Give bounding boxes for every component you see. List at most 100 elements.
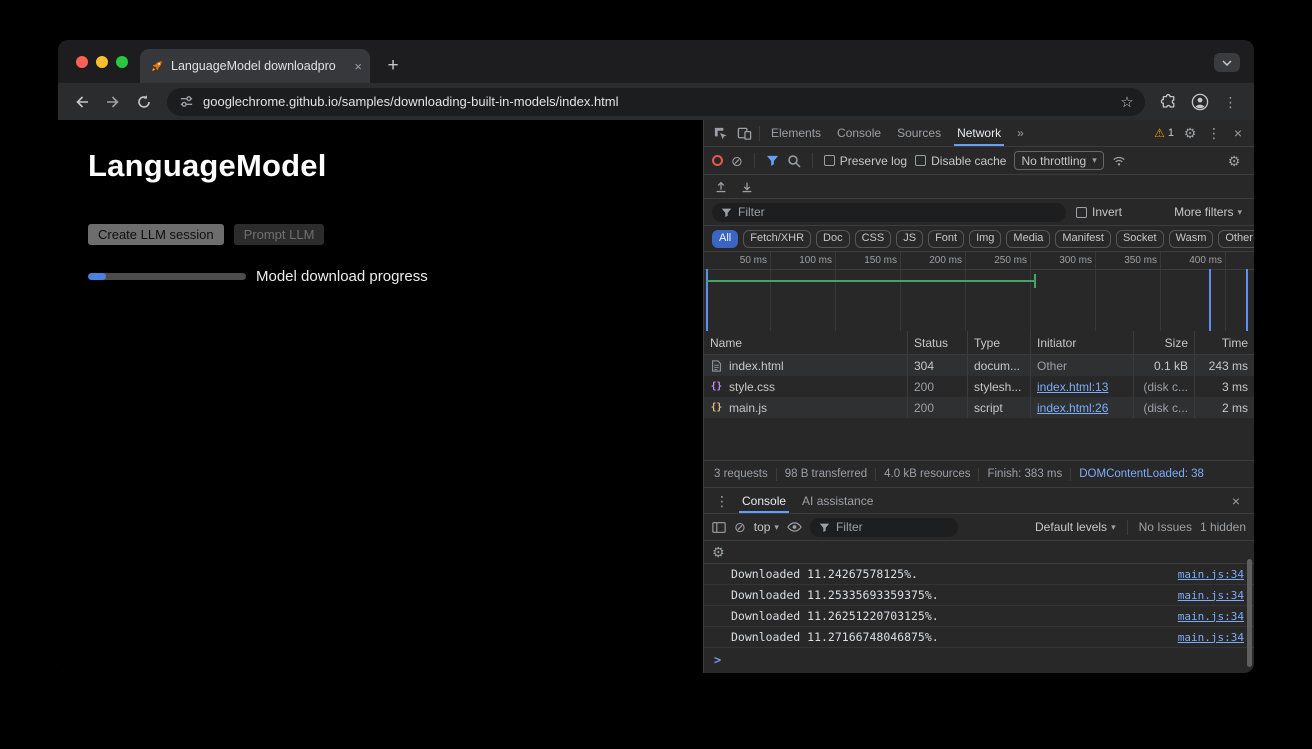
context-selector[interactable]: top ▾ [754, 520, 779, 534]
chip-font[interactable]: Font [928, 230, 964, 248]
message-source-link[interactable]: main.js:34 [1178, 589, 1244, 602]
tab-close-icon[interactable]: × [354, 60, 362, 73]
drawer-tab-console[interactable]: Console [734, 488, 794, 513]
create-llm-session-button[interactable]: Create LLM session [88, 224, 224, 245]
drawer-tab-ai-assistance[interactable]: AI assistance [794, 488, 881, 513]
filter-toggle-icon[interactable] [766, 154, 779, 167]
time-cell: 2 ms [1195, 397, 1254, 418]
col-status[interactable]: Status [908, 331, 968, 354]
site-settings-icon[interactable] [179, 94, 194, 109]
network-conditions-icon[interactable] [1112, 154, 1126, 168]
chip-js[interactable]: JS [896, 230, 923, 248]
more-tabs-icon[interactable]: » [1009, 120, 1032, 146]
network-filter-input[interactable] [738, 205, 1057, 219]
col-initiator[interactable]: Initiator [1031, 331, 1134, 354]
export-har-icon[interactable] [714, 180, 728, 194]
extensions-icon[interactable] [1155, 88, 1182, 115]
message-source-link[interactable]: main.js:34 [1178, 568, 1244, 581]
message-source-link[interactable]: main.js:34 [1178, 610, 1244, 623]
console-scrollbar-thumb[interactable] [1247, 559, 1252, 667]
record-network-log-button[interactable] [712, 155, 723, 166]
import-har-icon[interactable] [740, 180, 754, 194]
console-sidebar-icon[interactable] [712, 521, 726, 534]
forward-button[interactable] [99, 88, 126, 115]
preserve-log-checkbox[interactable]: Preserve log [824, 154, 907, 168]
device-toolbar-icon[interactable] [732, 121, 756, 145]
initiator-cell: Other [1031, 355, 1134, 376]
search-icon[interactable] [787, 154, 801, 168]
tab-network[interactable]: Network [949, 120, 1009, 146]
chip-fetch-xhr[interactable]: Fetch/XHR [743, 230, 811, 248]
live-expression-eye-icon[interactable] [787, 521, 802, 533]
bookmark-star-icon[interactable]: ☆ [1116, 93, 1138, 111]
col-name[interactable]: Name [704, 331, 908, 354]
hidden-messages-count[interactable]: 1 hidden [1200, 520, 1246, 534]
col-time[interactable]: Time [1195, 331, 1254, 354]
chip-css[interactable]: CSS [855, 230, 892, 248]
address-bar[interactable]: googlechrome.github.io/samples/downloadi… [167, 88, 1145, 116]
har-actions-row [704, 175, 1254, 199]
col-size[interactable]: Size [1134, 331, 1195, 354]
console-prompt[interactable]: > [704, 648, 1254, 673]
log-levels-select[interactable]: Default levels ▾ [1035, 520, 1116, 534]
error-badge[interactable]: ⚠ 1 [1150, 127, 1178, 139]
devtools-settings-icon[interactable]: ⚙ [1178, 121, 1202, 145]
web-page: LanguageModel Create LLM session Prompt … [58, 120, 703, 673]
drawer-menu-icon[interactable]: ⋮ [710, 489, 734, 513]
message-source-link[interactable]: main.js:34 [1178, 631, 1244, 644]
profile-avatar[interactable] [1186, 88, 1213, 115]
chip-all[interactable]: All [712, 230, 738, 248]
tab-title: LanguageModel downloadpro [171, 59, 347, 73]
tab-search-button[interactable] [1214, 53, 1240, 72]
console-settings-gear-icon[interactable]: ⚙ [712, 545, 725, 559]
timeline-tick: 150 ms [836, 252, 901, 331]
error-count: 1 [1168, 127, 1174, 139]
chip-doc[interactable]: Doc [816, 230, 850, 248]
fullscreen-window-button[interactable] [116, 56, 128, 68]
request-name: index.html [729, 359, 784, 373]
chip-img[interactable]: Img [969, 230, 1001, 248]
model-progress-label: Model download progress [256, 268, 428, 285]
invert-filter-checkbox[interactable]: Invert [1076, 205, 1122, 219]
chip-wasm[interactable]: Wasm [1169, 230, 1214, 248]
tab-elements[interactable]: Elements [763, 120, 829, 146]
issues-counter[interactable]: No Issues [1139, 520, 1192, 534]
drawer-close-icon[interactable]: × [1224, 489, 1248, 513]
chip-other[interactable]: Other [1218, 230, 1254, 248]
network-overview-timeline[interactable]: 50 ms 100 ms 150 ms 200 ms 250 ms 300 ms… [704, 252, 1254, 331]
tab-console[interactable]: Console [829, 120, 889, 146]
disable-cache-checkbox[interactable]: Disable cache [915, 154, 1006, 168]
throttling-select[interactable]: No throttling ▾ [1014, 151, 1103, 170]
request-row-style-css[interactable]: {} style.css 200 stylesh... index.html:1… [704, 376, 1254, 397]
back-button[interactable] [68, 88, 95, 115]
type-cell: script [968, 397, 1031, 418]
more-filters-button[interactable]: More filters ▾ [1174, 205, 1246, 219]
new-tab-button[interactable]: + [382, 57, 404, 75]
console-message: Downloaded 11.27166748046875%. main.js:3… [704, 627, 1254, 648]
prompt-llm-button[interactable]: Prompt LLM [234, 224, 325, 245]
chip-manifest[interactable]: Manifest [1055, 230, 1111, 248]
chip-media[interactable]: Media [1006, 230, 1050, 248]
clear-console-icon[interactable]: ⊘ [734, 520, 746, 534]
close-window-button[interactable] [76, 56, 88, 68]
log-levels-label: Default levels [1035, 520, 1107, 534]
reload-button[interactable] [130, 88, 157, 115]
request-row-index-html[interactable]: index.html 304 docum... Other 0.1 kB 243… [704, 355, 1254, 376]
checkbox-icon [824, 155, 835, 166]
minimize-window-button[interactable] [96, 56, 108, 68]
col-type[interactable]: Type [968, 331, 1031, 354]
console-filter-input[interactable] [836, 520, 949, 534]
tab-sources[interactable]: Sources [889, 120, 949, 146]
browser-tab[interactable]: LanguageModel downloadpro × [140, 49, 370, 83]
initiator-link[interactable]: index.html:26 [1037, 401, 1108, 415]
initiator-link[interactable]: index.html:13 [1037, 380, 1108, 394]
devtools-menu-icon[interactable]: ⋮ [1202, 121, 1226, 145]
chip-socket[interactable]: Socket [1116, 230, 1164, 248]
request-row-main-js[interactable]: {} main.js 200 script index.html:26 (dis… [704, 397, 1254, 418]
domcontentloaded-marker [1209, 269, 1211, 331]
browser-menu-icon[interactable]: ⋮ [1217, 88, 1244, 115]
clear-network-log-icon[interactable]: ⊘ [731, 154, 743, 168]
devtools-close-icon[interactable]: × [1226, 121, 1250, 145]
inspect-element-icon[interactable] [708, 121, 732, 145]
network-settings-icon[interactable]: ⚙ [1222, 149, 1246, 173]
